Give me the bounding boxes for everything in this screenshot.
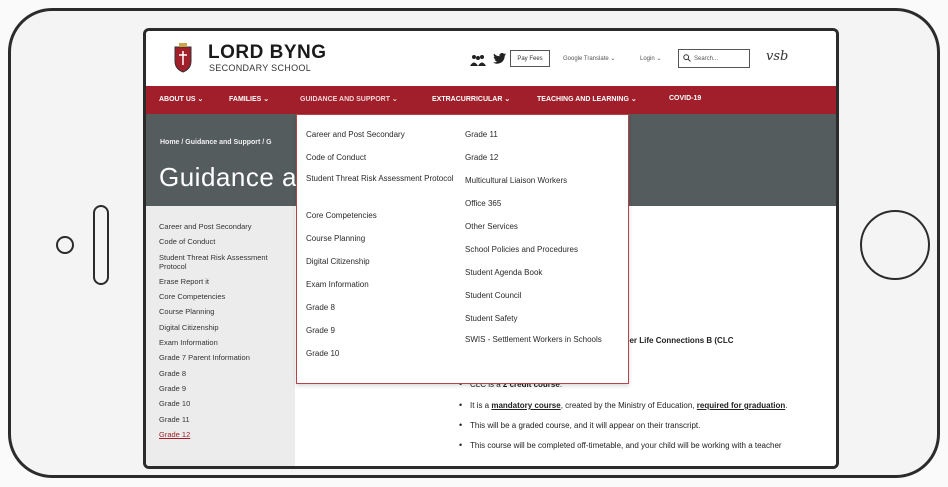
sidebar-item[interactable]: Grade 7 Parent Information — [159, 353, 295, 362]
bullet-text: It is a — [470, 401, 492, 410]
intro-course-name: Career Life Connections B (CLC — [611, 336, 734, 345]
list-item: It is a mandatory course, created by the… — [459, 400, 788, 410]
page-title: Guidance a — [159, 162, 297, 192]
login-dropdown[interactable]: Login ⌄ — [640, 55, 661, 62]
search-input[interactable]: Search... — [678, 49, 750, 68]
dropdown-item[interactable]: Grade 8 — [306, 303, 456, 313]
dropdown-item[interactable]: Student Agenda Book — [465, 268, 615, 278]
pay-fees-button[interactable]: Pay Fees — [510, 50, 550, 67]
dropdown-item[interactable]: Career and Post Secondary — [306, 130, 456, 140]
sidebar-item[interactable]: Grade 10 — [159, 399, 295, 408]
twitter-icon[interactable] — [493, 53, 506, 67]
dropdown-item[interactable]: Exam Information — [306, 280, 456, 290]
bullet-suffix: . — [785, 401, 788, 410]
sidebar: Career and Post Secondary Code of Conduc… — [146, 206, 295, 466]
sidebar-item[interactable]: Digital Citizenship — [159, 323, 295, 332]
dropdown-item[interactable]: Multicultural Liaison Workers — [465, 176, 615, 186]
main-nav: ABOUT US ⌄ FAMILIES ⌄ GUIDANCE AND SUPPO… — [146, 86, 836, 114]
mandatory-course-link[interactable]: mandatory course — [491, 401, 560, 410]
guidance-dropdown-menu: Career and Post Secondary Code of Conduc… — [296, 114, 629, 384]
dropdown-item[interactable]: Code of Conduct — [306, 153, 456, 163]
sidebar-item[interactable]: Grade 8 — [159, 369, 295, 378]
dropdown-item[interactable]: School Policies and Procedures — [465, 245, 615, 255]
speaker-slot — [93, 205, 109, 285]
dropdown-item[interactable]: Student Threat Risk Assessment Protocol — [306, 174, 456, 184]
sidebar-item[interactable]: Career and Post Secondary — [159, 222, 295, 231]
site-header: LORD BYNG SECONDARY SCHOOL Pay Fees Goog… — [146, 31, 836, 86]
dropdown-item[interactable]: Grade 12 — [465, 153, 615, 163]
nav-teaching-and-learning[interactable]: TEACHING AND LEARNING ⌄ — [537, 95, 637, 103]
sidebar-item[interactable]: Erase Report it — [159, 277, 295, 286]
nav-extracurricular[interactable]: EXTRACURRICULAR ⌄ — [432, 95, 510, 103]
bullet-text: , created by the Ministry of Education, — [560, 401, 697, 410]
dropdown-item[interactable]: Course Planning — [306, 234, 456, 244]
dropdown-item[interactable]: Digital Citizenship — [306, 257, 456, 267]
list-item: This will be a graded course, and it wil… — [459, 420, 700, 430]
home-button[interactable] — [860, 210, 930, 280]
dropdown-item[interactable]: Grade 9 — [306, 326, 456, 336]
sidebar-item[interactable]: Code of Conduct — [159, 237, 295, 246]
list-item: This course will be completed off-timeta… — [459, 440, 782, 450]
sidebar-item[interactable]: Grade 9 — [159, 384, 295, 393]
nav-families[interactable]: FAMILIES ⌄ — [229, 95, 269, 103]
dropdown-item[interactable]: Core Competencies — [306, 211, 456, 221]
browser-screen: LORD BYNG SECONDARY SCHOOL Pay Fees Goog… — [143, 28, 839, 469]
camera-icon — [56, 236, 74, 254]
dropdown-item[interactable]: Student Safety — [465, 314, 615, 324]
google-translate-dropdown[interactable]: Google Translate ⌄ — [563, 55, 615, 62]
sidebar-item[interactable]: Student Threat Risk Assessment Protocol — [159, 253, 269, 271]
vsb-logo[interactable]: vsb — [766, 49, 788, 64]
logo-title[interactable]: LORD BYNG — [208, 42, 327, 64]
sidebar-item[interactable]: Course Planning — [159, 307, 295, 316]
dropdown-item[interactable]: Other Services — [465, 222, 615, 232]
logo-subtitle[interactable]: SECONDARY SCHOOL — [209, 63, 311, 73]
dropdown-item[interactable]: Office 365 — [465, 199, 615, 209]
search-icon — [683, 53, 691, 64]
search-placeholder: Search... — [694, 55, 719, 62]
sidebar-item[interactable]: Exam Information — [159, 338, 295, 347]
dropdown-item[interactable]: SWIS - Settlement Workers in Schools — [465, 335, 605, 345]
school-crest-icon[interactable] — [173, 43, 193, 73]
sidebar-item-current[interactable]: Grade 12 — [159, 430, 295, 439]
dropdown-item[interactable]: Student Council — [465, 291, 615, 301]
dropdown-item[interactable]: Grade 10 — [306, 349, 456, 359]
nav-about-us[interactable]: ABOUT US ⌄ — [159, 95, 203, 103]
nav-covid-19[interactable]: COVID-19 — [669, 95, 701, 102]
sidebar-item[interactable]: Core Competencies — [159, 292, 295, 301]
people-icon[interactable] — [470, 54, 486, 66]
dropdown-item[interactable]: Grade 11 — [465, 130, 615, 140]
required-for-graduation-link[interactable]: required for graduation — [697, 401, 785, 410]
sidebar-item[interactable]: Grade 11 — [159, 415, 295, 424]
breadcrumb[interactable]: Home / Guidance and Support / G — [160, 139, 272, 146]
nav-guidance-and-support[interactable]: GUIDANCE AND SUPPORT ⌄ — [300, 95, 398, 103]
